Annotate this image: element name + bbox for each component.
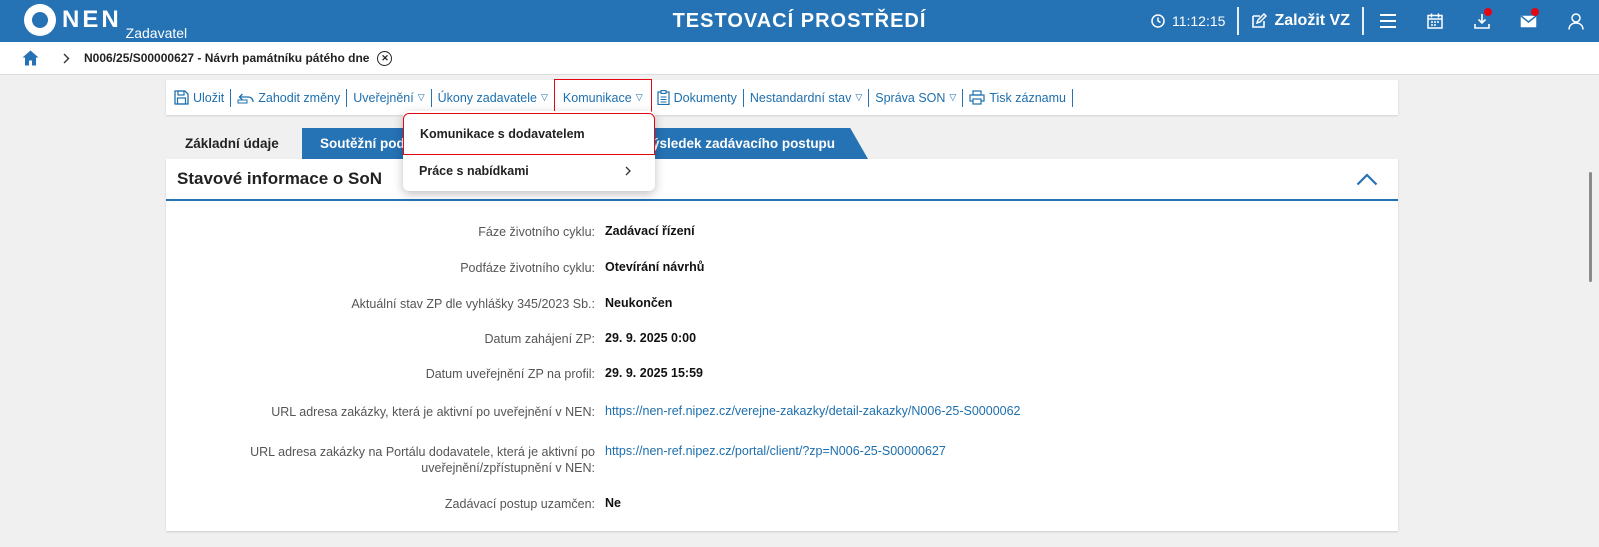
section-header[interactable]: Stavové informace o SoN xyxy=(166,159,1398,201)
publish-menu[interactable]: Uveřejnění ▽ xyxy=(347,88,432,107)
tab-procedure-result[interactable]: ýsledek zadávacího postupu xyxy=(646,128,868,159)
section-title: Stavové informace o SoN xyxy=(177,169,383,188)
breadcrumb-record[interactable]: N006/25/S00000627 - Návrh památníku páté… xyxy=(84,51,369,65)
son-admin-menu[interactable]: Správa SON ▽ xyxy=(869,88,964,107)
field-value: 29. 9. 2025 0:00 xyxy=(605,331,697,345)
actions-menu[interactable]: Úkony zadavatele ▽ xyxy=(432,88,555,107)
communication-dropdown: Komunikace s dodavatelem Práce s nabídka… xyxy=(403,111,655,191)
field-label: URL adresa zakázky na Portálu dodavatele… xyxy=(250,445,595,475)
edit-icon xyxy=(1252,13,1268,28)
field-value: Zadávací řízení xyxy=(605,224,695,238)
downloads-button[interactable] xyxy=(1458,0,1505,42)
printer-icon xyxy=(969,90,985,105)
nonstandard-label: Nestandardní stav xyxy=(749,90,852,105)
discard-changes-button[interactable]: Zahodit změny xyxy=(231,88,348,107)
menu-item-label: Práce s nabídkami xyxy=(419,164,529,178)
field-value: Ne xyxy=(605,496,621,510)
notification-dot xyxy=(1531,8,1539,16)
field-value: Neukončen xyxy=(605,296,673,310)
field-label: Datum zahájení ZP: xyxy=(484,332,595,346)
page-scrollbar[interactable] xyxy=(1589,172,1592,282)
documents-label: Dokumenty xyxy=(673,90,737,105)
field-label: URL adresa zakázky, která je aktivní po … xyxy=(271,405,595,419)
field-label: Zadávací postup uzamčen: xyxy=(444,497,595,511)
breadcrumb: N006/25/S00000627 - Návrh památníku páté… xyxy=(0,42,1599,75)
logo-subtitle: Zadavatel xyxy=(125,25,188,41)
field-link[interactable]: https://nen-ref.nipez.cz/verejne-zakazky… xyxy=(605,404,1021,418)
chevron-up-icon[interactable] xyxy=(1356,172,1378,186)
user-icon xyxy=(1567,12,1584,30)
undo-icon xyxy=(237,93,254,103)
field-label: Aktuální stav ZP dle vyhlášky 345/2023 S… xyxy=(351,297,595,311)
home-button[interactable] xyxy=(22,50,39,66)
nen-logo[interactable]: NEN Zadavatel xyxy=(24,4,187,41)
header-divider xyxy=(1237,7,1240,35)
menu-item-bids-work[interactable]: Práce s nabídkami xyxy=(403,151,655,191)
create-vz-button[interactable]: Založit VZ xyxy=(1239,12,1362,30)
clipboard-icon xyxy=(657,90,670,105)
field-label: Podfáze životního cyklu: xyxy=(460,261,595,275)
hamburger-icon xyxy=(1379,14,1396,28)
dropdown-triangle-icon: ▽ xyxy=(417,92,425,102)
field-link[interactable]: https://nen-ref.nipez.cz/portal/client/?… xyxy=(605,444,946,458)
print-label: Tisk záznamu xyxy=(989,90,1066,105)
dropdown-triangle-icon: ▽ xyxy=(541,92,548,102)
action-toolbar: Uložit Zahodit změny Uveřejnění ▽ Úkony z… xyxy=(166,79,1398,116)
menu-item-supplier-communication[interactable]: Komunikace s dodavatelem xyxy=(403,113,655,155)
clock-icon xyxy=(1151,14,1165,28)
field-label: Fáze životního cyklu: xyxy=(478,225,595,239)
actions-label: Úkony zadavatele xyxy=(437,90,537,105)
notification-dot xyxy=(1484,8,1492,16)
calendar-icon xyxy=(1426,13,1443,29)
save-button[interactable]: Uložit xyxy=(166,88,232,107)
publish-label: Uveřejnění xyxy=(353,90,414,105)
communication-label: Komunikace xyxy=(562,90,632,105)
session-clock: 11:12:15 xyxy=(1151,13,1225,29)
dropdown-triangle-icon: ▽ xyxy=(949,92,957,102)
chevron-right-icon xyxy=(63,53,70,64)
status-info-panel: Stavové informace o SoN Fáze životního c… xyxy=(166,159,1398,531)
messages-button[interactable] xyxy=(1505,0,1552,42)
calendar-button[interactable] xyxy=(1411,0,1458,42)
dropdown-triangle-icon: ▽ xyxy=(635,92,643,102)
create-vz-label: Založit VZ xyxy=(1274,12,1350,29)
logo-text: NEN xyxy=(62,6,122,33)
field-value: 29. 9. 2025 15:59 xyxy=(605,366,703,380)
logo-mark xyxy=(24,4,56,36)
save-label: Uložit xyxy=(193,90,225,105)
top-bar: NEN Zadavatel TESTOVACÍ PROSTŘEDÍ 11:12:… xyxy=(0,0,1599,42)
dropdown-triangle-icon: ▽ xyxy=(855,92,863,102)
son-admin-label: Správa SON xyxy=(875,90,946,105)
close-icon[interactable]: ✕ xyxy=(377,50,393,66)
field-label: Datum uveřejnění ZP na profil: xyxy=(425,367,595,381)
communication-menu[interactable]: Komunikace ▽ xyxy=(553,79,652,116)
home-icon xyxy=(22,50,39,66)
field-value: Otevírání návrhů xyxy=(605,260,705,274)
menu-button[interactable] xyxy=(1364,0,1411,42)
nonstandard-state-menu[interactable]: Nestandardní stav ▽ xyxy=(744,88,870,107)
discard-label: Zahodit změny xyxy=(258,90,341,105)
chevron-right-icon xyxy=(625,166,631,176)
documents-button[interactable]: Dokumenty xyxy=(651,88,744,107)
user-button[interactable] xyxy=(1552,0,1599,42)
floppy-icon xyxy=(174,90,189,105)
print-record-button[interactable]: Tisk záznamu xyxy=(963,88,1073,107)
clock-time: 11:12:15 xyxy=(1171,13,1226,29)
menu-item-label: Komunikace s dodavatelem xyxy=(420,127,585,141)
tab-basic-info[interactable]: Základní údaje xyxy=(166,128,286,159)
mail-icon xyxy=(1520,14,1537,27)
